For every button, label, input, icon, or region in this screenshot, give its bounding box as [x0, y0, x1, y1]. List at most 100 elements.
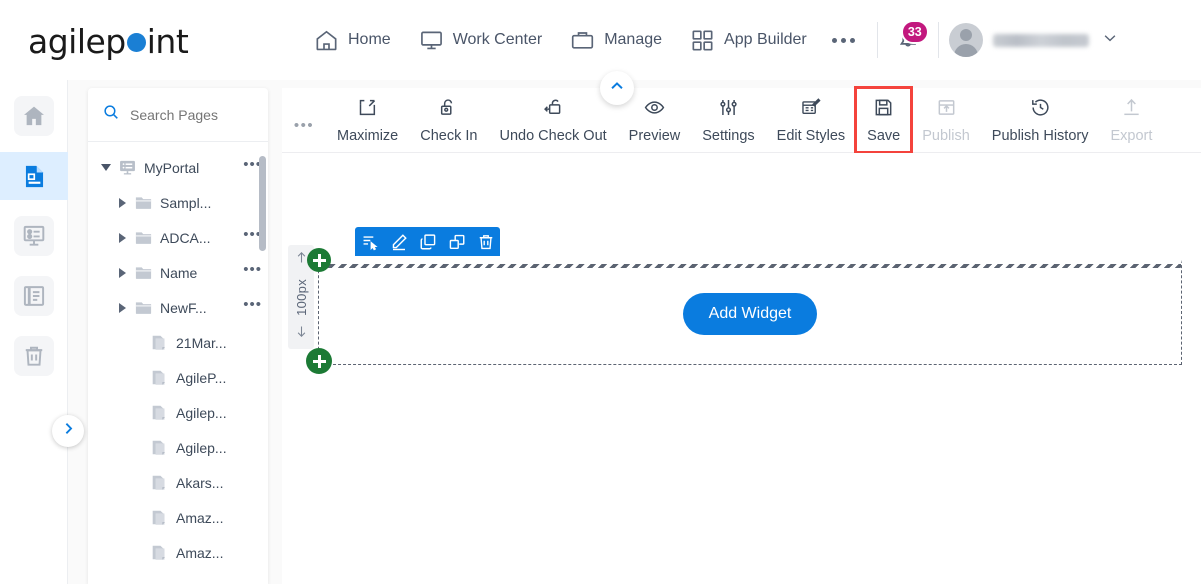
tree-node[interactable]: Agilep... — [88, 430, 268, 465]
toolbar-label-save: Save — [867, 127, 901, 144]
home-icon — [314, 28, 339, 53]
toolbar-button-save[interactable]: Save — [854, 86, 914, 154]
top-nav-items: Home Work Center Manage App Builder 33 — [300, 0, 1119, 80]
page-canvas: 100px Add Widget — [282, 153, 1201, 584]
floppy-disk-icon — [873, 97, 894, 122]
top-navigation-bar: agilep int Home Work Center Manage App B… — [0, 0, 1201, 80]
search-input[interactable] — [130, 106, 250, 123]
ellipsis-dot-icon — [841, 37, 847, 43]
page-file-icon — [148, 403, 170, 422]
rail-item-home[interactable] — [0, 92, 68, 140]
nav-item-work-center[interactable]: Work Center — [405, 0, 557, 80]
toolbar-button-undo-check-out[interactable]: Undo Check Out — [488, 88, 617, 152]
widget-drop-zone[interactable]: Add Widget — [318, 260, 1182, 365]
tree-node[interactable]: AgileP... — [88, 360, 268, 395]
tree-node-menu-button[interactable]: ••• — [243, 297, 262, 314]
tree-node-label: Amaz... — [176, 509, 224, 526]
nav-item-work-center-label: Work Center — [452, 31, 543, 48]
tree-node[interactable]: Name ••• — [88, 255, 268, 290]
tree-node[interactable]: ADCA... ••• — [88, 220, 268, 255]
rail-item-reports[interactable] — [0, 272, 68, 320]
tree-node[interactable]: NewF... ••• — [88, 290, 268, 325]
nav-divider-1 — [876, 22, 878, 58]
eye-icon — [644, 97, 665, 122]
publish-icon — [936, 97, 957, 122]
briefcase-icon — [570, 28, 595, 53]
upload-icon — [1121, 97, 1142, 122]
copy-icon[interactable] — [413, 227, 442, 256]
user-menu[interactable] — [948, 23, 1119, 57]
tree-scrollbar-thumb[interactable] — [259, 156, 266, 251]
tree-node-label: AgileP... — [176, 369, 227, 386]
add-row-above-button[interactable] — [307, 248, 331, 272]
row-height-label: 100px — [293, 278, 309, 316]
select-icon[interactable] — [355, 227, 384, 256]
page-file-icon — [148, 333, 170, 352]
logo-text-primary: agilep — [28, 22, 126, 61]
tree-node-label: MyPortal — [144, 159, 200, 176]
rail-item-pages[interactable] — [0, 152, 68, 200]
tree-node-label: Agilep... — [176, 439, 227, 456]
page-file-icon — [148, 508, 170, 527]
agilepoint-logo[interactable]: agilep int — [28, 22, 189, 61]
tree-node[interactable]: Amaz... — [88, 535, 268, 570]
rail-item-recycle-bin[interactable] — [0, 332, 68, 380]
folder-icon — [132, 263, 154, 282]
chevron-down-icon — [1101, 29, 1119, 52]
tree-node[interactable]: Agilep... — [88, 395, 268, 430]
collapse-toolbar-button[interactable] — [600, 71, 634, 105]
page-file-icon — [148, 543, 170, 562]
duplicate-icon[interactable] — [442, 227, 471, 256]
row-action-toolbar — [355, 227, 500, 256]
tree-node[interactable]: Amaz... — [88, 500, 268, 535]
nav-item-app-builder[interactable]: App Builder — [676, 0, 821, 80]
page-file-icon — [148, 368, 170, 387]
rail-item-forms[interactable] — [0, 212, 68, 260]
toolbar-button-publish-history[interactable]: Publish History — [981, 88, 1100, 152]
nav-more-menu-button[interactable] — [821, 0, 867, 80]
toolbar-label-publish-history: Publish History — [991, 127, 1089, 144]
triangle-right-icon[interactable] — [114, 197, 130, 208]
nav-item-home[interactable]: Home — [300, 0, 405, 80]
lock-undo-icon — [543, 97, 564, 122]
main-panel: ••• Maximize Check In Undo Check Out Pre… — [282, 71, 1201, 584]
tree-node[interactable]: Sampl... — [88, 185, 268, 220]
triangle-right-icon[interactable] — [114, 232, 130, 243]
trash-icon — [14, 336, 54, 376]
triangle-down-icon[interactable] — [98, 164, 114, 171]
nav-item-app-builder-label: App Builder — [724, 31, 807, 48]
ellipsis-dot-icon — [850, 37, 856, 43]
trash-icon[interactable] — [471, 227, 500, 256]
pages-tree-panel: MyPortal•••Sampl...ADCA...•••Name•••NewF… — [88, 88, 268, 584]
notifications-button[interactable]: 33 — [888, 20, 929, 60]
form-icon — [14, 216, 54, 256]
toolbar-label-edit-styles: Edit Styles — [776, 127, 846, 144]
triangle-right-icon[interactable] — [114, 302, 130, 313]
monitor-icon — [419, 28, 444, 53]
avatar — [948, 23, 983, 57]
expand-panel-button[interactable] — [52, 415, 84, 447]
chevron-right-icon — [60, 420, 77, 442]
nav-item-manage[interactable]: Manage — [556, 0, 676, 80]
pencil-icon[interactable] — [384, 227, 413, 256]
toolbar-button-check-in[interactable]: Check In — [409, 88, 488, 152]
toolbar-button-settings[interactable]: Settings — [691, 88, 765, 152]
toolbar-overflow-button[interactable]: ••• — [282, 107, 326, 134]
toolbar-label-export: Export — [1110, 127, 1153, 144]
add-row-below-button[interactable] — [306, 348, 332, 374]
triangle-right-icon[interactable] — [114, 267, 130, 278]
add-widget-button[interactable]: Add Widget — [682, 293, 818, 335]
tree-node-label: NewF... — [160, 299, 207, 316]
ellipsis-dot-icon — [832, 37, 838, 43]
toolbar-button-edit-styles[interactable]: Edit Styles — [766, 88, 857, 152]
arrow-down-icon[interactable] — [294, 324, 309, 344]
portal-icon — [116, 158, 138, 177]
tree-node[interactable]: 21Mar... — [88, 325, 268, 360]
tree-node-menu-button[interactable]: ••• — [243, 262, 262, 279]
tree-node[interactable]: Akars... — [88, 465, 268, 500]
search-icon — [102, 103, 120, 126]
toolbar-button-maximize[interactable]: Maximize — [326, 88, 409, 152]
tree-node[interactable]: MyPortal ••• — [88, 150, 268, 185]
edit-styles-icon — [800, 97, 821, 122]
folder-icon — [132, 228, 154, 247]
